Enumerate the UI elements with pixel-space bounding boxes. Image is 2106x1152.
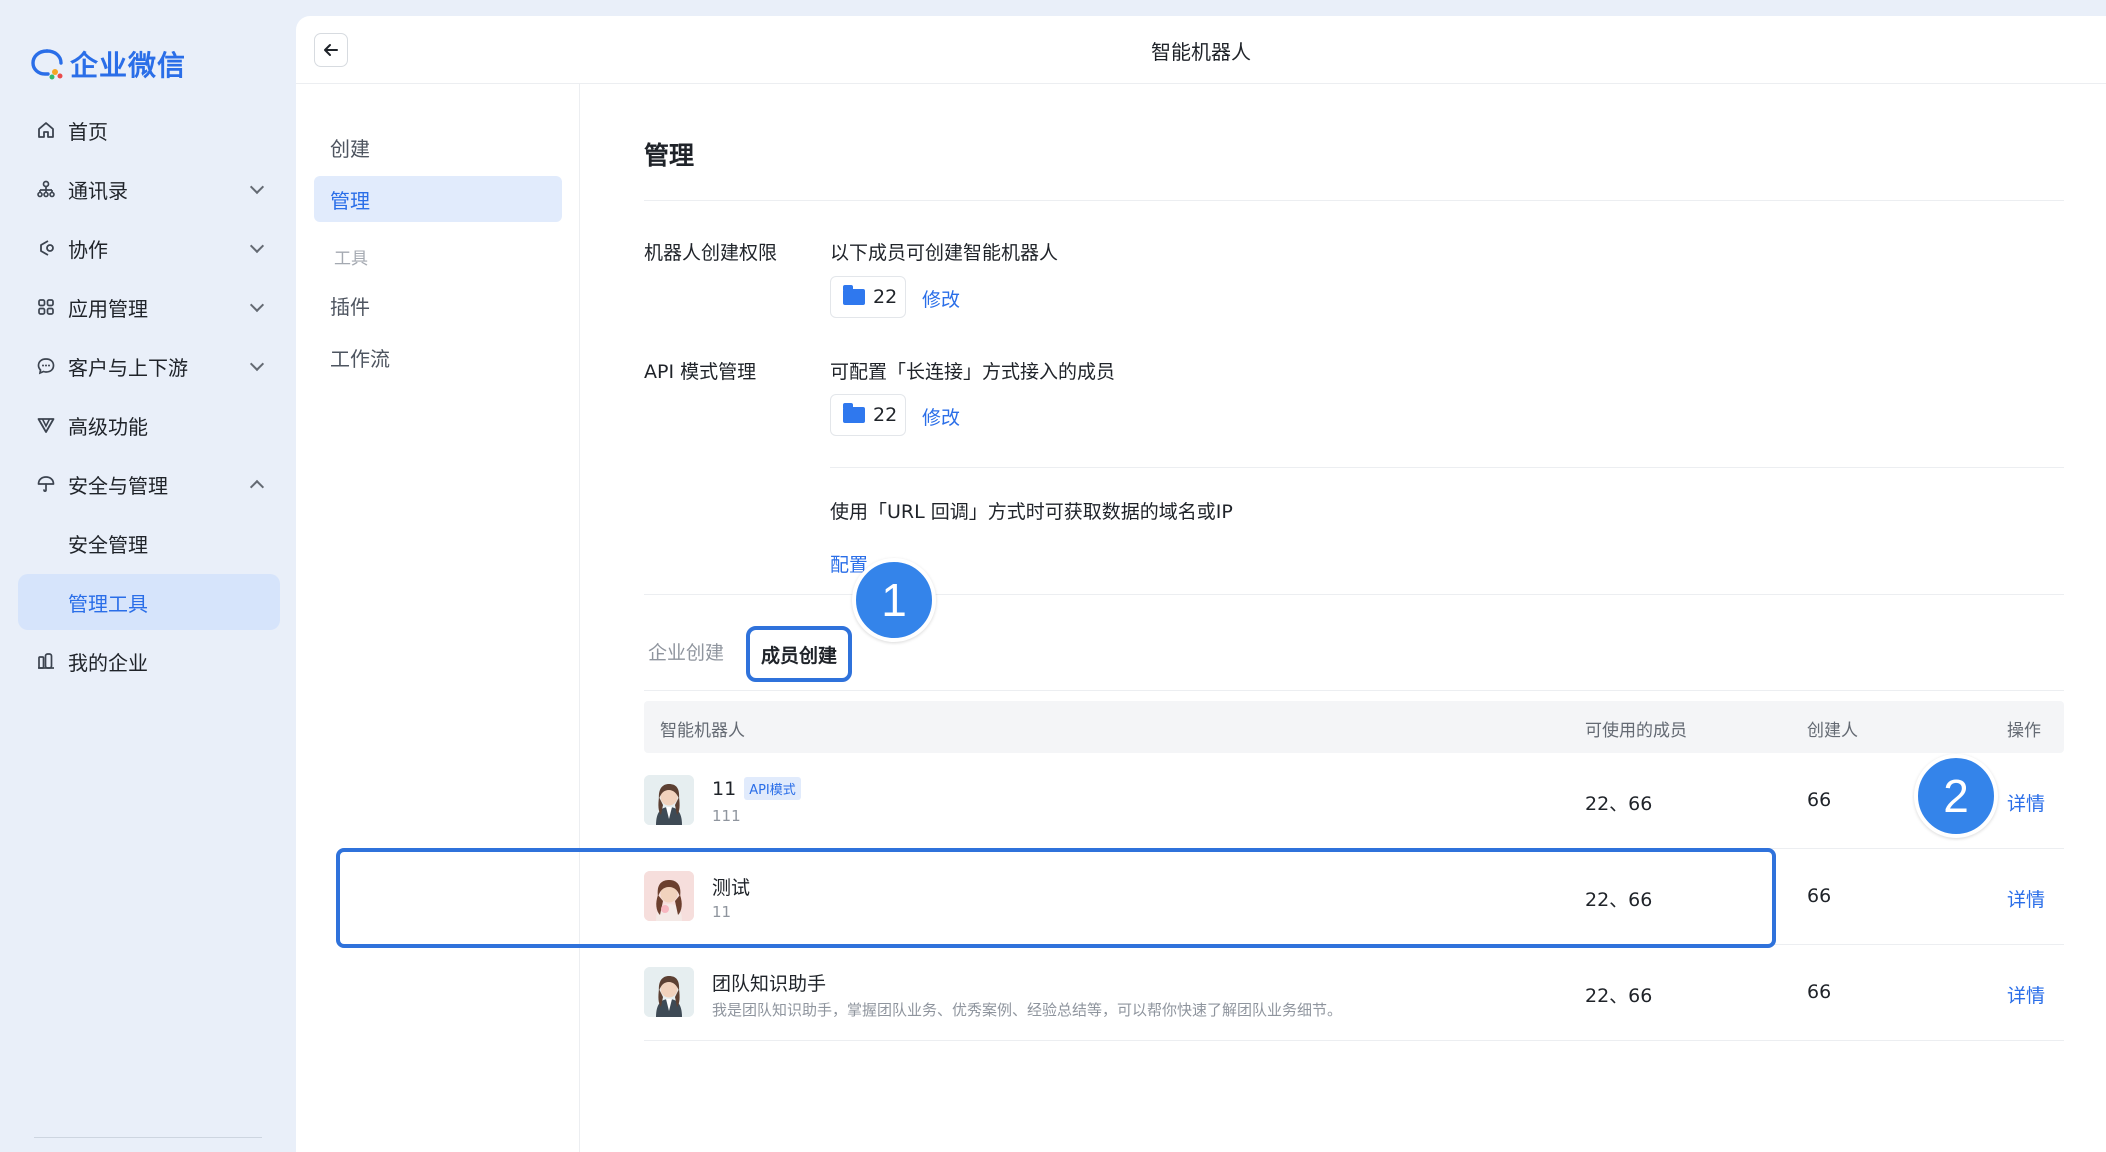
bot-name-text: 团队知识助手 <box>712 973 827 995</box>
perm-label: 机器人创建权限 <box>644 242 778 264</box>
chevron-up-icon <box>249 479 265 495</box>
step-marker-1: 1 <box>852 558 936 642</box>
menu-plugins[interactable]: 插件 <box>314 282 562 328</box>
wecom-logo-icon <box>31 49 63 80</box>
divider <box>644 200 2064 201</box>
nav-contacts[interactable]: 通讯录 <box>18 161 280 217</box>
tab-member-created[interactable]: 成员创建 <box>746 626 852 682</box>
nav-home[interactable]: 首页 <box>18 102 280 158</box>
divider <box>830 467 2064 468</box>
nav-customers-label: 客户与上下游 <box>68 355 188 380</box>
company-icon <box>34 649 58 673</box>
perm-member-chip[interactable]: 22 <box>830 276 906 318</box>
chat-bubble-icon <box>34 354 58 378</box>
bot-members: 22、66 <box>1585 985 1653 1007</box>
brand-name: 企业微信 <box>70 49 187 82</box>
bot-description: 我是团队知识助手，掌握团队业务、优秀案例、经验总结等，可以帮你快速了解团队业务细… <box>712 1001 1343 1019</box>
table-row[interactable]: 11 API模式 111 22、66 66 详情 <box>644 753 2064 849</box>
bot-name: 测试 <box>712 873 750 900</box>
menu-create[interactable]: 创建 <box>314 124 562 170</box>
nav-app-management-label: 应用管理 <box>68 296 148 321</box>
nav-admin-tools-label: 管理工具 <box>68 591 148 616</box>
nav-app-management[interactable]: 应用管理 <box>18 279 280 335</box>
bot-description: 111 <box>712 807 741 825</box>
nav-my-company[interactable]: 我的企业 <box>18 633 280 689</box>
collaboration-icon <box>34 236 58 260</box>
bot-name: 11 API模式 <box>712 777 801 800</box>
nav-security-management-label: 安全与管理 <box>68 473 168 498</box>
api-member-chip[interactable]: 22 <box>830 394 906 436</box>
topbar: 智能机器人 <box>296 16 2106 84</box>
nav-security-admin[interactable]: 安全管理 <box>18 515 280 571</box>
th-members: 可使用的成员 <box>1585 721 1687 741</box>
nav-contacts-label: 通讯录 <box>68 178 128 203</box>
tab-enterprise-created[interactable]: 企业创建 <box>648 638 724 665</box>
nav-collaboration-label: 协作 <box>68 237 108 262</box>
nav-home-label: 首页 <box>68 119 108 144</box>
nav-advanced[interactable]: 高级功能 <box>18 397 280 453</box>
table-header: 智能机器人 可使用的成员 创建人 操作 <box>644 701 2064 753</box>
perm-edit-link[interactable]: 修改 <box>922 285 960 312</box>
nav-my-company-label: 我的企业 <box>68 650 148 675</box>
api-label: API 模式管理 <box>644 361 757 383</box>
chevron-down-icon <box>249 238 265 254</box>
folder-icon <box>843 285 865 305</box>
bot-creator: 66 <box>1807 885 1832 907</box>
bot-creator: 66 <box>1807 981 1832 1003</box>
wecom-logo[interactable]: 企业微信 <box>30 44 186 84</box>
detail-link[interactable]: 详情 <box>2007 981 2045 1008</box>
api-mode-badge: API模式 <box>744 777 801 800</box>
url-callback-desc: 使用「URL 回调」方式时可获取数据的域名或IP <box>830 501 1233 523</box>
nav-security-management[interactable]: 安全与管理 <box>18 456 280 512</box>
apps-grid-icon <box>34 295 58 319</box>
nav-admin-tools[interactable]: 管理工具 <box>18 574 280 630</box>
secondary-menu: 创建 管理 工具 插件 工作流 <box>296 84 580 1152</box>
api-edit-link[interactable]: 修改 <box>922 403 960 430</box>
advanced-icon <box>34 413 58 437</box>
detail-link[interactable]: 详情 <box>2007 885 2045 912</box>
chevron-down-icon <box>249 297 265 313</box>
bot-avatar <box>644 871 694 921</box>
bot-description: 11 <box>712 903 732 921</box>
menu-manage[interactable]: 管理 <box>314 176 562 222</box>
th-action: 操作 <box>2007 721 2041 741</box>
chevron-down-icon <box>249 179 265 195</box>
org-chart-icon <box>34 177 58 201</box>
detail-link[interactable]: 详情 <box>2007 789 2045 816</box>
perm-desc: 以下成员可创建智能机器人 <box>830 242 1059 264</box>
bot-name-text: 测试 <box>712 877 751 899</box>
th-bot: 智能机器人 <box>660 721 745 741</box>
th-creator: 创建人 <box>1807 721 1858 741</box>
bot-avatar <box>644 967 694 1017</box>
section-title: 管理 <box>644 141 695 170</box>
nav-advanced-label: 高级功能 <box>68 414 148 439</box>
api-desc: 可配置「长连接」方式接入的成员 <box>830 361 1116 383</box>
folder-icon <box>843 403 865 423</box>
bot-creator: 66 <box>1807 789 1832 811</box>
perm-member-count: 22 <box>873 286 898 308</box>
menu-group-tools: 工具 <box>334 249 368 269</box>
main-panel: 智能机器人 创建 管理 工具 插件 工作流 管理 机器人创建权限 以下成员可创建… <box>296 16 2106 1152</box>
umbrella-icon <box>34 472 58 496</box>
menu-workflow[interactable]: 工作流 <box>314 334 562 380</box>
table-row[interactable]: 团队知识助手 我是团队知识助手，掌握团队业务、优秀案例、经验总结等，可以帮你快速… <box>644 945 2064 1041</box>
page-title: 智能机器人 <box>1151 40 1251 64</box>
bot-name: 团队知识助手 <box>712 969 826 996</box>
sidebar: 企业微信 首页 通讯录 协作 应用管理 客户与上下游 高级功能 安全与管理 安全… <box>0 0 296 1152</box>
bot-name-text: 11 <box>712 777 737 800</box>
api-member-count: 22 <box>873 404 898 426</box>
home-icon <box>34 118 58 142</box>
table-row[interactable]: 测试 11 22、66 66 详情 <box>644 849 2064 945</box>
step-marker-2: 2 <box>1914 754 1998 838</box>
divider <box>644 690 2064 691</box>
bot-members: 22、66 <box>1585 793 1653 815</box>
nav-collaboration[interactable]: 协作 <box>18 220 280 276</box>
sidebar-divider <box>34 1137 262 1138</box>
main-nav: 首页 通讯录 协作 应用管理 客户与上下游 高级功能 安全与管理 安全管理 管理… <box>18 102 280 692</box>
nav-customers[interactable]: 客户与上下游 <box>18 338 280 394</box>
nav-security-admin-label: 安全管理 <box>68 532 148 557</box>
bot-members: 22、66 <box>1585 889 1653 911</box>
bot-avatar <box>644 775 694 825</box>
chevron-down-icon <box>249 356 265 372</box>
